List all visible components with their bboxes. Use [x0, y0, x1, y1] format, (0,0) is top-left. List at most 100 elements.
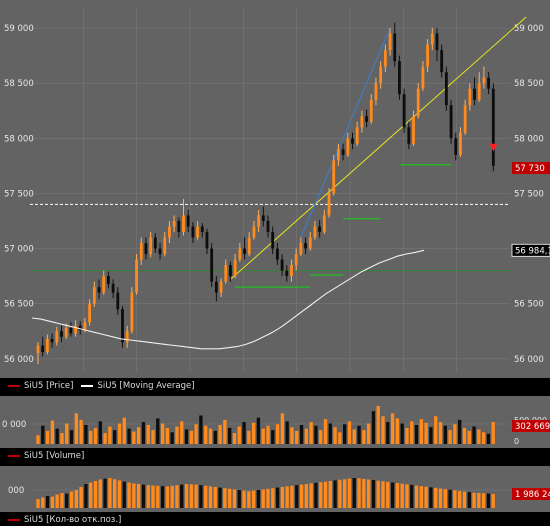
oi-bar — [261, 489, 265, 508]
oi-tick-left: 000 — [8, 486, 24, 496]
volume-bar — [271, 430, 275, 444]
volume-bar — [122, 417, 126, 444]
volume-bar — [381, 416, 385, 444]
oi-bar — [93, 481, 98, 508]
oi-bar — [491, 493, 495, 508]
candle-body — [266, 220, 270, 232]
volume-bar — [309, 422, 313, 444]
candle-body — [435, 33, 439, 51]
candle-body — [163, 237, 167, 255]
y-tick-right: 58 000 — [514, 134, 544, 144]
price-chart[interactable]: 59 000 59 000 58 500 58 500 58 000 58 000 57 5… — [0, 0, 550, 378]
oi-bar — [467, 492, 471, 508]
oi-bar — [472, 492, 476, 508]
candle-body — [491, 88, 495, 166]
volume-bar — [438, 422, 443, 444]
candle-body — [196, 226, 199, 238]
oi-bar — [280, 487, 285, 508]
volume-bar — [467, 430, 471, 444]
volume-bar — [108, 426, 112, 444]
volume-bar — [457, 419, 462, 444]
oi-bar — [290, 485, 294, 508]
volume-bar — [55, 428, 59, 444]
volume-bar — [400, 423, 404, 444]
candle-body — [280, 259, 284, 271]
oi-bar — [275, 487, 280, 508]
volume-bar — [180, 421, 184, 444]
oi-bar — [266, 488, 270, 508]
candle-body — [313, 226, 317, 238]
oi-bar — [477, 493, 481, 508]
oi-bar — [36, 499, 40, 508]
candle-body — [337, 149, 340, 161]
volume-bar — [146, 425, 150, 444]
oi-bar — [204, 485, 208, 508]
volume-bar — [323, 419, 328, 444]
volume-bar — [98, 421, 102, 444]
volume-bar — [261, 428, 265, 444]
oi-bar — [386, 481, 390, 508]
oi-bar — [419, 486, 424, 508]
y-tick-right: 58 500 — [514, 79, 544, 89]
volume-bar — [395, 418, 400, 444]
oi-bar — [65, 493, 69, 508]
legend-oi-swatch — [8, 518, 20, 521]
volume-bar — [285, 421, 289, 444]
volume-bar — [347, 421, 352, 444]
candle-body — [135, 259, 138, 293]
oi-chart[interactable]: 000 1 986 24 — [0, 466, 550, 512]
volume-bar — [357, 425, 361, 444]
oi-bar — [405, 484, 409, 508]
volume-bar — [189, 430, 194, 444]
candle-body — [219, 281, 223, 293]
oi-bar — [180, 484, 184, 508]
candle-body — [327, 193, 331, 216]
candle-body — [238, 248, 242, 260]
volume-bar — [491, 421, 495, 444]
candle-body — [421, 66, 425, 89]
oi-bar — [457, 490, 462, 508]
candle-body — [290, 265, 293, 277]
volume-bar — [223, 419, 227, 444]
oi-bar — [357, 478, 361, 508]
volume-bar — [36, 435, 40, 444]
candle-body — [346, 138, 350, 155]
oi-panel[interactable]: 000 1 986 24 — [0, 466, 550, 512]
candle-body — [444, 72, 448, 106]
candle-body — [92, 287, 96, 304]
oi-bar — [74, 490, 79, 508]
volume-bar — [74, 413, 79, 444]
oi-bar — [486, 493, 491, 508]
volume-chart[interactable]: 0 000500 0000302 669 — [0, 396, 550, 448]
oi-bar — [89, 482, 93, 508]
volume-bar — [333, 427, 337, 444]
legend-ma-swatch — [81, 384, 94, 387]
volume-panel[interactable]: 0 000500 0000302 669 — [0, 396, 550, 448]
volume-bar — [79, 419, 83, 444]
oi-bar — [414, 485, 419, 508]
y-tick-left: 56 500 — [4, 300, 34, 310]
oi-bar — [175, 485, 179, 508]
candle-body — [50, 338, 54, 343]
candle-body — [252, 226, 256, 238]
candle-body — [360, 116, 364, 128]
candle-body — [107, 276, 110, 284]
volume-bar — [156, 418, 160, 444]
oi-bar — [319, 482, 323, 508]
volume-bar — [390, 413, 395, 444]
legend-volume-swatch — [8, 454, 20, 457]
volume-bar — [204, 425, 208, 444]
volume-tick-zero: 0 — [514, 437, 519, 446]
candle-body — [459, 132, 462, 155]
y-tick-right: 56 000 — [514, 355, 544, 365]
candle-body — [168, 226, 171, 238]
y-tick-left: 56 000 — [4, 355, 34, 365]
plot-area — [30, 6, 510, 372]
y-tick-left: 58 000 — [4, 134, 34, 144]
last-price-tag: 57 730 — [515, 164, 545, 174]
volume-bar — [386, 422, 390, 444]
price-panel[interactable]: 59 000 59 000 58 500 58 500 58 000 58 000 57 5… — [0, 0, 550, 378]
oi-bar — [208, 486, 213, 508]
candle-body — [308, 237, 312, 249]
oi-bar — [223, 488, 227, 508]
